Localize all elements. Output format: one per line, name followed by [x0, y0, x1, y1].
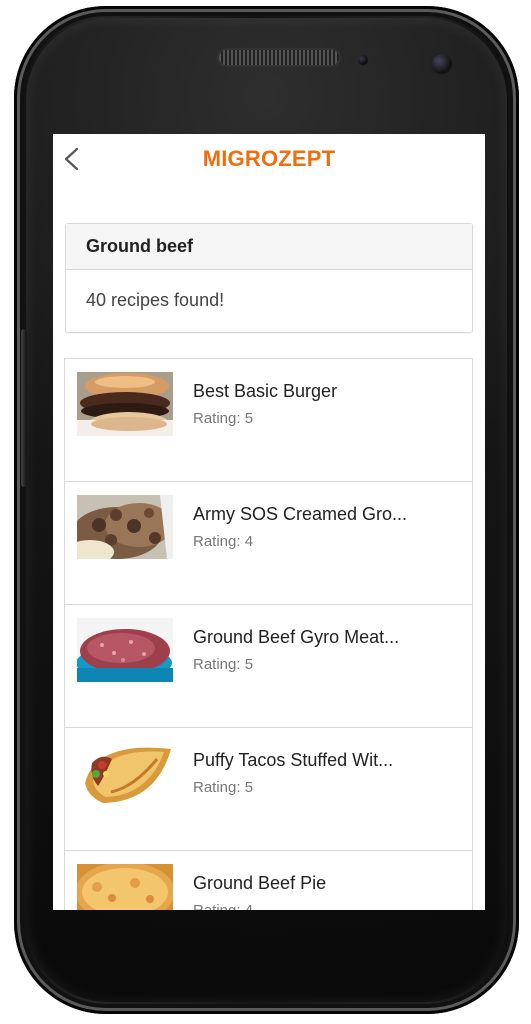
volume-button: [21, 329, 27, 487]
creamed-beef-image: [77, 495, 173, 559]
pie-image: [77, 864, 173, 910]
gyro-meat-image: [77, 618, 173, 682]
recipe-title: Best Basic Burger: [193, 381, 338, 401]
search-term-heading: Ground beef: [66, 224, 472, 270]
recipe-results-list: Best Basic Burger Rating: 5 Army SOS Cre…: [64, 358, 473, 910]
recipe-rating: Rating: 4: [193, 533, 254, 550]
recipe-list-item[interactable]: Army SOS Creamed Gro... Rating: 4: [64, 482, 473, 605]
recipe-rating: Rating: 5: [193, 656, 254, 673]
app-header: MIGROZEPT: [53, 134, 485, 186]
app-title: MIGROZEPT: [202, 146, 336, 171]
recipe-count-text: 40 recipes found!: [86, 290, 225, 310]
earpiece-speaker: [219, 50, 339, 65]
recipe-list-item[interactable]: Ground Beef Pie Rating: 4: [64, 851, 473, 910]
recipe-list-item[interactable]: Best Basic Burger Rating: 5: [64, 358, 473, 482]
recipe-list-item[interactable]: Ground Beef Gyro Meat... Rating: 5: [64, 605, 473, 728]
recipe-list-item[interactable]: Puffy Tacos Stuffed Wit... Rating: 5: [64, 728, 473, 851]
search-summary-card: Ground beef 40 recipes found!: [65, 223, 473, 333]
recipe-title: Ground Beef Pie: [193, 873, 327, 893]
recipe-title: Puffy Tacos Stuffed Wit...: [193, 750, 394, 770]
recipe-rating: Rating: 4: [193, 901, 253, 910]
front-camera: [432, 54, 452, 74]
recipe-title: Army SOS Creamed Gro...: [193, 504, 408, 524]
front-sensor: [358, 55, 368, 65]
phone-screen: MIGROZEPT Ground beef 40 recipes found!: [53, 134, 485, 910]
recipe-rating: Rating: 5: [193, 779, 254, 796]
burger-image: [77, 372, 173, 436]
taco-image: [77, 741, 173, 805]
recipe-rating: Rating: 5: [193, 410, 254, 427]
recipe-title: Ground Beef Gyro Meat...: [193, 627, 400, 647]
